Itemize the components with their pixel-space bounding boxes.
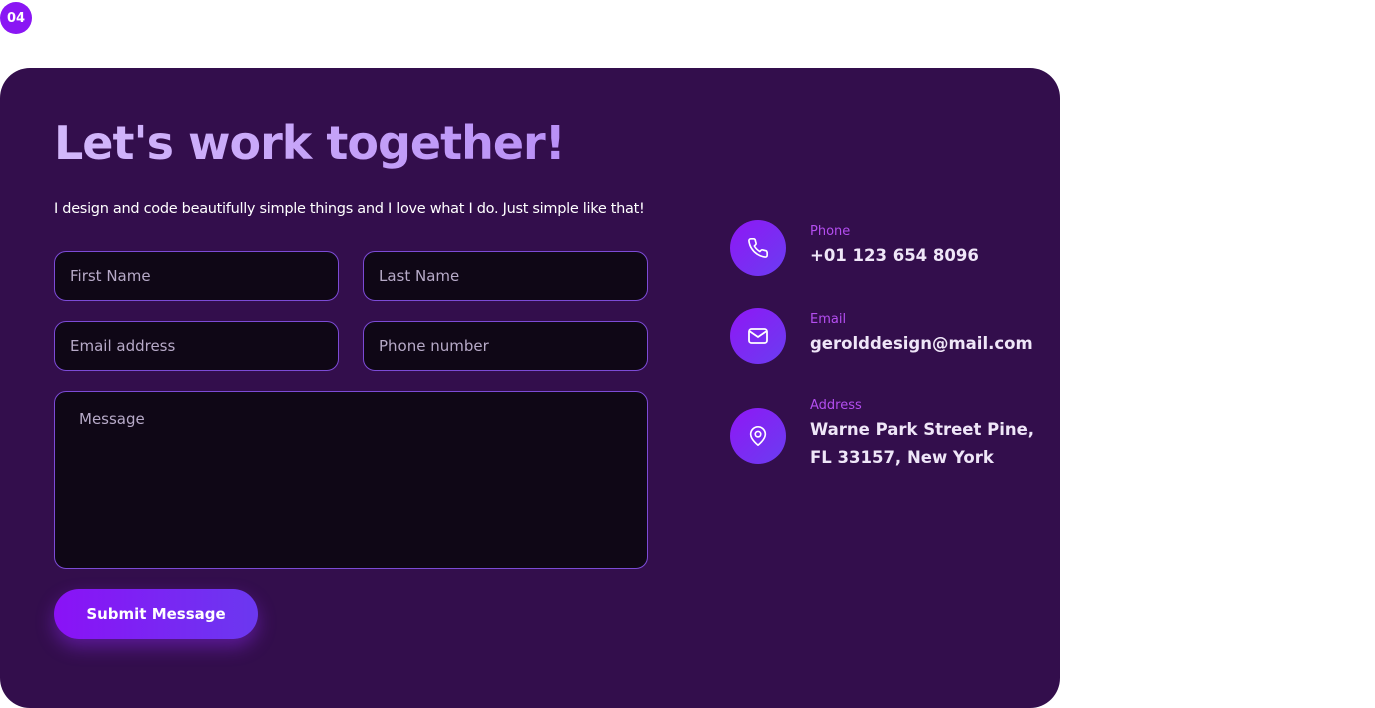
phone-icon [730,220,786,276]
address-line-1: Warne Park Street Pine, [810,420,1035,439]
submit-message-button[interactable]: Submit Message [54,589,258,639]
contact-heading: Let's work together! [54,116,566,170]
phone-input[interactable] [363,321,648,371]
phone-label: Phone [810,224,851,239]
phone-info: Phone +01 123 654 8096 [730,220,979,276]
contact-subtitle: I design and code beautifully simple thi… [54,201,645,217]
contact-card: Let's work together! I design and code b… [0,68,1060,708]
email-value: gerolddesign@mail.com [810,334,1033,353]
email-label: Email [810,312,847,327]
section-number-badge: 04 [0,2,32,34]
email-input[interactable] [54,321,339,371]
message-textarea[interactable] [54,391,648,569]
mail-icon [730,308,786,364]
last-name-input[interactable] [363,251,648,301]
address-label: Address [810,398,862,413]
map-pin-icon [730,408,786,464]
email-info: Email gerolddesign@mail.com [730,308,1033,364]
first-name-input[interactable] [54,251,339,301]
address-info: Address Warne Park Street Pine, FL 33157… [730,398,1035,472]
address-line-2: FL 33157, New York [810,448,994,467]
phone-value: +01 123 654 8096 [810,246,979,265]
